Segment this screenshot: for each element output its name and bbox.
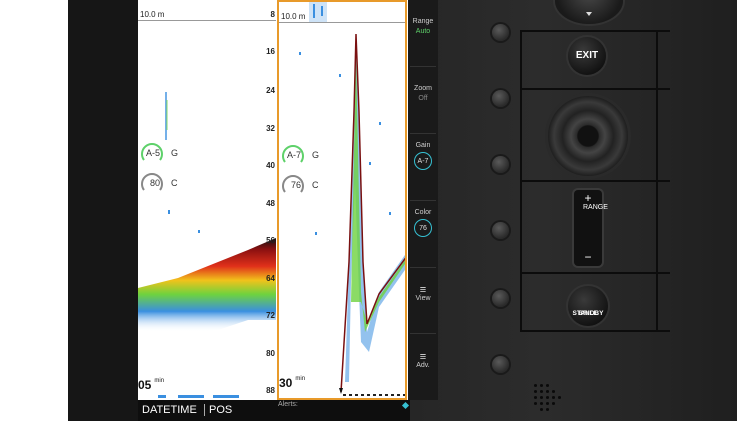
exit-button-label: EXIT [575, 50, 599, 61]
gain-gauge-tag: G [171, 148, 179, 158]
depth-tick: 32 [266, 124, 275, 133]
gain-gauge-value: A-7 [287, 150, 302, 160]
menu-item-adv-label: Adv. [416, 362, 430, 369]
soft-key-button-6[interactable] [492, 356, 509, 373]
soft-key-button-3[interactable] [492, 156, 509, 173]
menu-item-adv[interactable]: ≡ Adv. [408, 351, 438, 370]
menu-list-icon: ≡ [419, 351, 427, 363]
panel-seam [520, 330, 670, 332]
position-field[interactable]: POS [204, 404, 232, 416]
menu-item-range-label: Range [412, 18, 434, 25]
gain-gauge-value: A-5 [146, 148, 161, 158]
menu-item-color-label: Color [414, 209, 432, 216]
sonar-screen: 10.0 m A-5 G 80 C 05 min 8 16 24 32 40 4… [138, 0, 410, 400]
color-gauge-tag: C [312, 180, 319, 190]
menu-separator [410, 333, 436, 334]
depth-tick: 24 [266, 86, 275, 95]
menu-separator [410, 267, 436, 268]
panel-seam [520, 272, 670, 274]
depth-tick: 72 [266, 311, 275, 320]
history-time-value: 05 [138, 378, 152, 392]
menu-item-zoom-value: Off [418, 95, 428, 102]
panel-seam [656, 30, 658, 330]
sonar-echo-image [138, 92, 276, 398]
depth-tick: 8 [270, 10, 275, 19]
standby-button-label: STANDBY BRILL [568, 298, 608, 317]
history-time-value: 30 [279, 376, 293, 390]
menu-separator [410, 66, 436, 67]
depth-tick: 16 [266, 47, 275, 56]
soft-key-button-4[interactable] [492, 222, 509, 239]
panel-seam [520, 30, 670, 32]
soft-key-button-1[interactable] [492, 24, 509, 41]
color-gauge-value: 76 [291, 180, 302, 190]
menu-item-color[interactable]: Color 76 [408, 209, 438, 237]
soft-key-button-5[interactable] [492, 290, 509, 307]
datetime-field[interactable]: DATETIME [142, 404, 197, 416]
menu-item-view[interactable]: ≡ View [408, 284, 438, 303]
depth-tick: 48 [266, 199, 275, 208]
menu-item-gain[interactable]: Gain A-7 [408, 142, 438, 170]
panel-seam [520, 88, 670, 90]
history-time-label: 30 min [279, 376, 305, 390]
panel-seam [520, 30, 522, 330]
soft-key-menu: Range Auto Zoom Off Gain A-7 Color 76 ≡ … [408, 0, 438, 400]
standby-label-line2: BRILL [578, 310, 598, 317]
range-rocker-label: RANGE [583, 204, 608, 211]
alerts-label: Alerts: [278, 401, 298, 408]
joystick-control[interactable] [548, 96, 628, 176]
menu-item-gain-value: A-7 [414, 152, 432, 170]
history-time-unit: min [154, 378, 165, 384]
sonar-pane-right[interactable]: 10.0 m A-7 G 76 C 30 min [277, 0, 407, 400]
menu-item-zoom[interactable]: Zoom Off [408, 85, 438, 102]
depth-tick: 40 [266, 161, 275, 170]
standby-brill-button[interactable]: STANDBY BRILL [568, 286, 608, 326]
range-rocker-button[interactable]: + RANGE − [574, 190, 608, 266]
depth-tick: 80 [266, 349, 275, 358]
range-plus-icon[interactable]: + [574, 191, 602, 205]
depth-tick: 56 [266, 236, 275, 245]
gain-gauge-tag: G [312, 150, 320, 160]
range-minus-icon[interactable]: − [574, 250, 602, 264]
menu-item-zoom-label: Zoom [414, 85, 432, 92]
panel-seam [520, 180, 670, 182]
history-time-label: 05 min [138, 378, 164, 392]
history-time-unit: min [295, 376, 306, 382]
menu-separator [410, 200, 436, 201]
color-gauge-value: 80 [150, 178, 161, 188]
menu-item-color-value: 76 [414, 219, 432, 237]
menu-item-range-value: Auto [415, 28, 431, 35]
depth-tick: 88 [266, 386, 275, 395]
sonar-echo-image [299, 2, 405, 396]
sonar-pane-left[interactable]: 10.0 m A-5 G 80 C 05 min 8 16 24 32 40 4… [138, 0, 276, 400]
menu-item-range[interactable]: Range Auto [408, 18, 438, 35]
menu-item-view-label: View [415, 295, 431, 302]
chevron-down-icon [586, 12, 592, 16]
menu-separator [410, 133, 436, 134]
menu-item-gain-label: Gain [415, 142, 431, 149]
color-gauge-tag: C [171, 178, 178, 188]
menu-list-icon: ≡ [419, 284, 427, 296]
depth-scale: 8 16 24 32 40 48 56 64 72 80 88 [262, 0, 276, 400]
exit-button[interactable]: EXIT [568, 37, 606, 75]
depth-tick: 64 [266, 274, 275, 283]
soft-key-button-2[interactable] [492, 90, 509, 107]
status-bar: DATETIME POS [138, 400, 410, 421]
